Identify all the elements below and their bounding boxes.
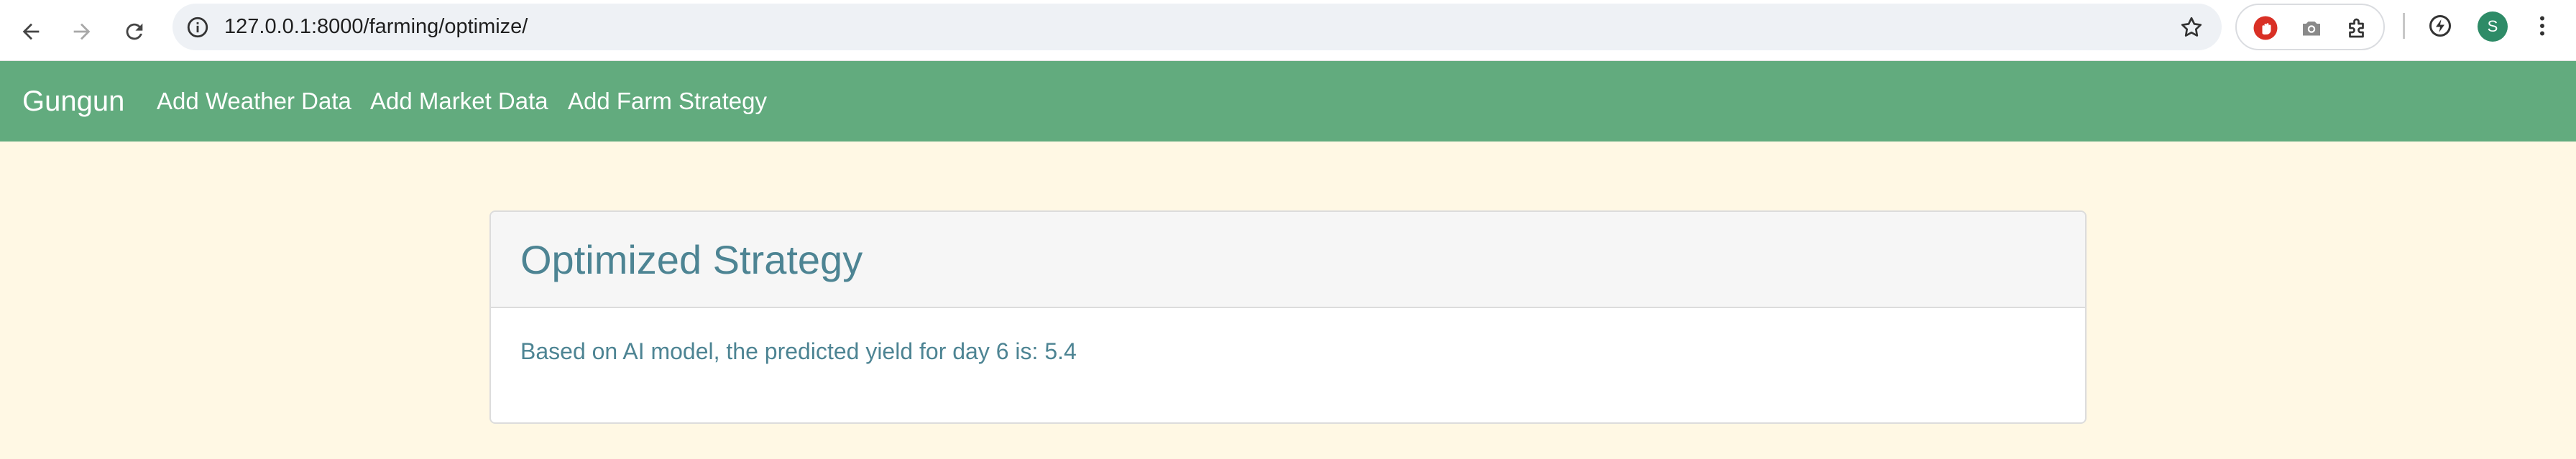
- card-header: Optimized Strategy: [491, 212, 2085, 308]
- main-navbar: Gungun Add Weather Data Add Market Data …: [0, 61, 2576, 142]
- reload-icon: [126, 23, 143, 40]
- forward-arrow-icon: [73, 23, 91, 40]
- nav-link-add-farm-strategy[interactable]: Add Farm Strategy: [568, 61, 767, 142]
- star-icon[interactable]: [2179, 14, 2204, 40]
- camera-icon[interactable]: [2299, 15, 2324, 41]
- card-title: Optimized Strategy: [520, 237, 863, 282]
- puzzle-icon[interactable]: [2345, 15, 2370, 41]
- performance-icon[interactable]: [2427, 13, 2453, 39]
- browser-toolbar: 127.0.0.1:8000/farming/optimize/ S: [0, 0, 2576, 61]
- profile-avatar[interactable]: S: [2478, 11, 2508, 42]
- nav-link-add-market-data[interactable]: Add Market Data: [370, 61, 548, 142]
- prediction-text: Based on AI model, the predicted yield f…: [520, 338, 1077, 364]
- back-button[interactable]: [9, 10, 52, 53]
- url-text[interactable]: 127.0.0.1:8000/farming/optimize/: [224, 4, 528, 50]
- address-bar[interactable]: 127.0.0.1:8000/farming/optimize/: [172, 4, 2222, 50]
- toolbar-divider: [2403, 13, 2405, 39]
- back-arrow-icon: [22, 23, 40, 40]
- optimized-strategy-card: Optimized Strategy Based on AI model, th…: [489, 210, 2087, 424]
- reload-button[interactable]: [113, 10, 156, 53]
- forward-button[interactable]: [60, 10, 104, 53]
- stop-hand-icon[interactable]: [2253, 15, 2278, 41]
- brand-link[interactable]: Gungun: [22, 61, 124, 142]
- nav-link-add-weather-data[interactable]: Add Weather Data: [157, 61, 351, 142]
- site-info-icon[interactable]: [185, 15, 210, 40]
- kebab-menu-icon[interactable]: [2529, 13, 2555, 39]
- extensions-group: [2235, 4, 2385, 50]
